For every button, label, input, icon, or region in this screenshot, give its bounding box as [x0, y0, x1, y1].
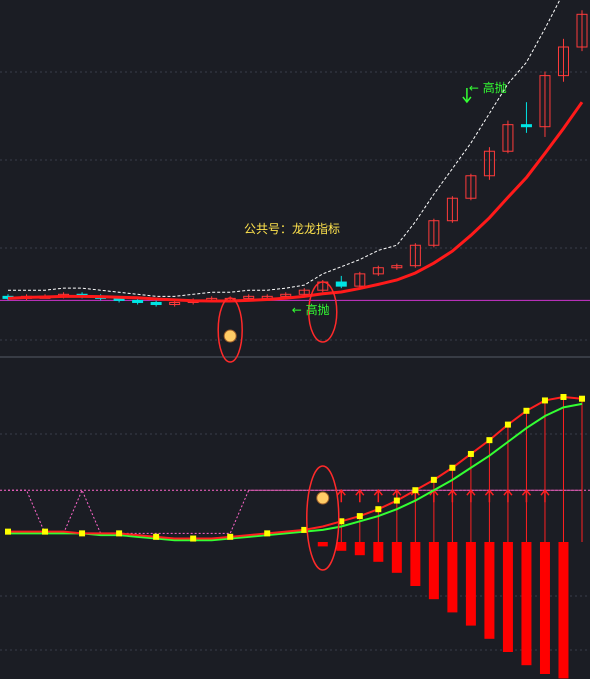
marker — [412, 487, 419, 494]
main-panel: ← 高抛 ← 高抛 — [0, 0, 590, 363]
up-arrow — [447, 489, 457, 503]
marker — [42, 528, 49, 535]
marker — [579, 395, 585, 402]
up-arrow — [466, 489, 476, 503]
money-bag-icon — [316, 491, 330, 505]
candle-body — [150, 301, 162, 306]
indicator-bar — [502, 542, 513, 652]
signal-label: ← 高抛 — [469, 80, 507, 95]
marker — [486, 437, 493, 444]
indicator-bar — [558, 542, 569, 679]
indicator-bar — [428, 542, 439, 600]
marker — [504, 421, 511, 428]
up-arrow — [503, 489, 513, 503]
marker — [393, 497, 400, 504]
indicator-bar — [539, 542, 550, 674]
up-arrow — [521, 489, 532, 503]
up-arrow — [355, 489, 365, 503]
marker — [449, 464, 456, 471]
upper-band-line — [8, 0, 561, 297]
candle-body — [520, 124, 532, 128]
highlight-oval — [306, 465, 340, 571]
marker — [79, 530, 86, 537]
marker — [523, 407, 530, 414]
marker — [227, 533, 234, 540]
up-arrow — [373, 489, 383, 503]
indicator-bar — [354, 542, 365, 556]
indicator-bar — [373, 542, 384, 562]
indicator-bar — [317, 542, 328, 547]
pink-signal-line — [8, 488, 582, 534]
marker — [430, 476, 437, 483]
grid — [0, 71, 590, 651]
signal-label: ← 高抛 — [292, 302, 330, 317]
up-arrow — [484, 489, 495, 503]
indicator-bar — [336, 542, 347, 551]
indicator-bar — [410, 542, 421, 586]
marker — [560, 393, 567, 400]
money-bag-body — [316, 491, 330, 505]
indicator-bar — [465, 542, 476, 626]
indicator-bar — [484, 542, 495, 639]
slow-line — [8, 402, 583, 542]
marker — [116, 530, 123, 537]
ma-line — [7, 101, 584, 303]
indicator-panel — [0, 393, 590, 679]
money-bag-icon — [223, 329, 237, 343]
marker — [190, 535, 197, 542]
marker — [467, 450, 474, 457]
marker — [375, 506, 382, 513]
marker — [356, 513, 363, 520]
marker — [153, 533, 160, 540]
indicator-bar — [391, 542, 402, 573]
chart-root: ← 高抛 ← 高抛 公共号：龙龙指标 — [0, 0, 590, 679]
wechat-annotation: 公共号：龙龙指标 — [244, 221, 340, 236]
price-chart: ← 高抛 ← 高抛 公共号：龙龙指标 — [0, 0, 590, 679]
marker — [264, 530, 271, 537]
indicator-bar — [447, 542, 458, 613]
candle-body — [132, 299, 144, 303]
marker — [5, 528, 11, 535]
marker — [541, 397, 548, 404]
money-bag-body — [223, 329, 237, 343]
up-arrow — [540, 489, 550, 503]
candle-body — [335, 281, 347, 287]
indicator-bar — [521, 542, 532, 666]
